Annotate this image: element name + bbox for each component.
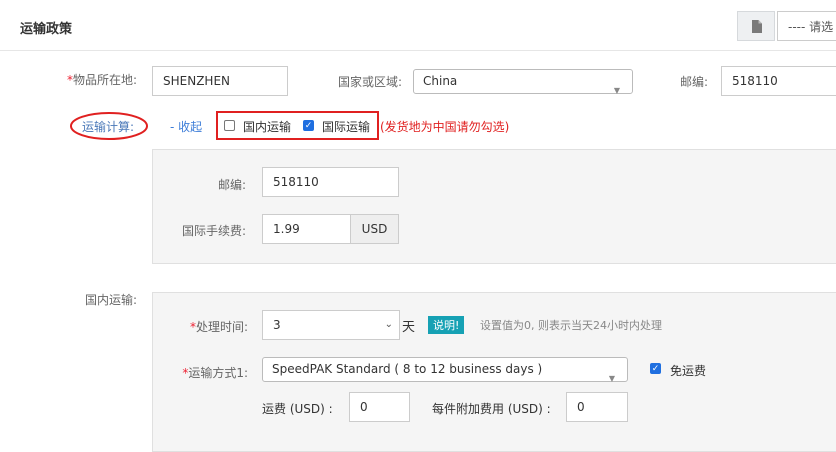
intl-fee-label: 国际手续费: bbox=[181, 224, 246, 238]
document-icon bbox=[752, 20, 762, 33]
international-shipping-checkbox[interactable]: ✓ bbox=[303, 120, 314, 131]
item-location-label: *物品所在地: bbox=[40, 71, 137, 88]
dropdown-caret-icon: ▼ bbox=[608, 374, 615, 383]
domestic-shipping-checkbox[interactable] bbox=[224, 120, 235, 131]
handling-time-select[interactable]: 3 ⌄ bbox=[262, 310, 400, 340]
handling-time-value: 3 bbox=[273, 318, 281, 332]
zip-label: 邮编: bbox=[679, 75, 708, 89]
free-shipping-label: 免运费 bbox=[670, 364, 707, 378]
country-label: 国家或区域: bbox=[337, 75, 402, 89]
shipping-method-label: *运输方式1: bbox=[160, 364, 248, 381]
dropdown-caret-icon: ▼ bbox=[613, 86, 620, 95]
intl-fee-input[interactable]: 1.99 bbox=[262, 214, 351, 244]
country-select[interactable]: China ▼ bbox=[413, 69, 633, 95]
international-shipping-label: 国际运输 bbox=[322, 120, 371, 134]
shipping-method-text: 运输方式1: bbox=[188, 366, 248, 380]
origin-china-warning: (发货地为中国请勿勾选) bbox=[380, 120, 510, 134]
extra-item-cost-input[interactable]: 0 bbox=[566, 392, 628, 422]
handling-time-text: 处理时间: bbox=[195, 320, 248, 334]
item-location-input[interactable]: SHENZHEN bbox=[152, 66, 288, 96]
shipping-calc-panel bbox=[152, 149, 836, 264]
shipping-method-value: SpeedPAK Standard ( 8 to 12 business day… bbox=[272, 362, 543, 376]
template-select[interactable]: ---- 请选 bbox=[777, 11, 836, 41]
chevron-down-icon: ⌄ bbox=[384, 319, 393, 330]
domestic-shipping-label: 国内运输 bbox=[243, 120, 292, 134]
shipping-calc-label: 运输计算: bbox=[82, 120, 135, 134]
template-button[interactable] bbox=[737, 11, 775, 41]
shipping-cost-input[interactable]: 0 bbox=[349, 392, 410, 422]
free-shipping-checkbox[interactable]: ✓ bbox=[650, 363, 661, 374]
extra-item-cost-label: 每件附加费用 (USD) : bbox=[432, 402, 551, 416]
info-badge: 说明! bbox=[428, 316, 465, 334]
handling-time-label: *处理时间: bbox=[160, 318, 248, 335]
handling-time-hint: 设置值为0, 则表示当天24小时内处理 bbox=[480, 319, 662, 332]
calc-zip-label: 邮编: bbox=[217, 178, 246, 192]
item-location-text: 物品所在地: bbox=[72, 73, 137, 87]
page-title: 运输政策 bbox=[20, 22, 73, 37]
day-unit: 天 bbox=[402, 320, 416, 335]
collapse-link[interactable]: - 收起 bbox=[170, 118, 202, 135]
domestic-section-label: 国内运输: bbox=[84, 293, 137, 307]
currency-addon: USD bbox=[350, 214, 399, 244]
section-header bbox=[0, 0, 836, 51]
calc-zip-input[interactable]: 518110 bbox=[262, 167, 399, 197]
zip-input[interactable]: 518110 bbox=[721, 66, 836, 96]
shipping-cost-label: 运费 (USD) : bbox=[262, 402, 333, 416]
country-select-value: China bbox=[423, 74, 458, 88]
shipping-method-select[interactable]: SpeedPAK Standard ( 8 to 12 business day… bbox=[262, 357, 628, 383]
